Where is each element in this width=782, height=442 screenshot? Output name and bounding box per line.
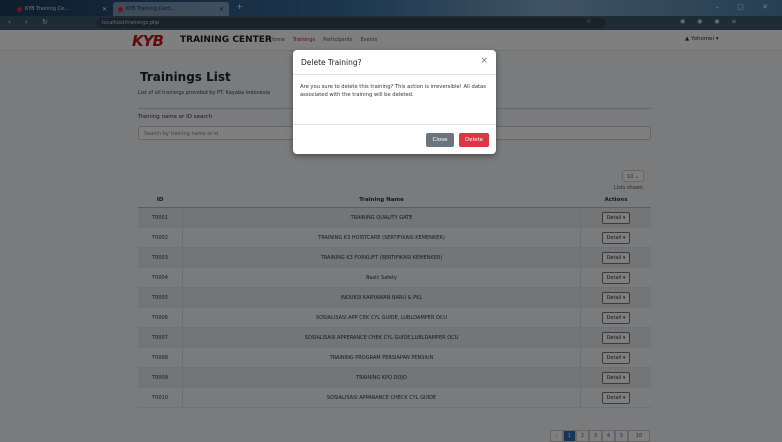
- modal-title: Delete Training?: [301, 58, 362, 67]
- modal-footer: Close Delete: [293, 124, 496, 155]
- modal-header: Delete Training? ×: [293, 50, 496, 75]
- delete-button[interactable]: Delete: [459, 133, 489, 147]
- delete-training-modal: Delete Training? × Are you sure to delet…: [293, 50, 496, 154]
- close-button[interactable]: Close: [426, 133, 454, 147]
- close-icon[interactable]: ×: [480, 56, 488, 66]
- modal-body: Are you sure to delete this training? Th…: [300, 84, 486, 98]
